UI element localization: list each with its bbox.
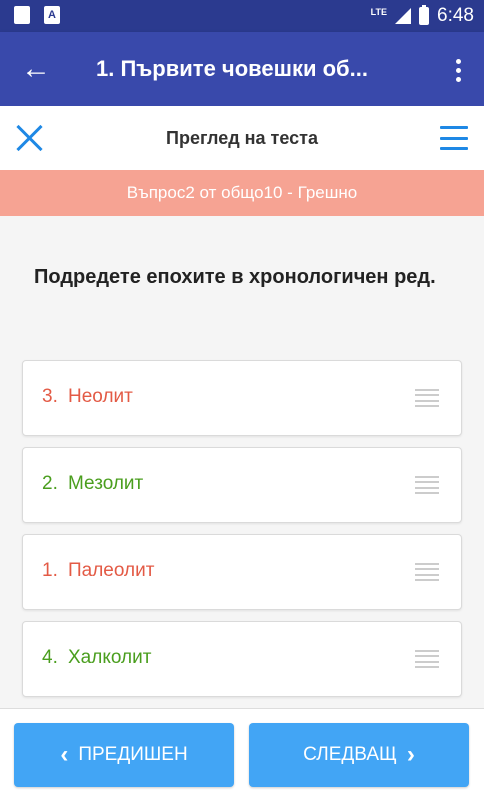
drag-handle-icon[interactable] [415, 563, 439, 581]
clock: 6:48 [437, 5, 474, 26]
next-label: СЛЕДВАЩ [303, 744, 397, 765]
overflow-menu-icon[interactable] [446, 54, 470, 86]
signal-icon [395, 8, 412, 24]
review-title: Преглед на теста [166, 128, 318, 148]
answer-number: 3. [42, 386, 58, 407]
answer-item[interactable]: 3. Неолит [22, 360, 462, 436]
chevron-right-icon: › [406, 741, 415, 768]
answer-item[interactable]: 4. Халколит [22, 621, 462, 697]
network-type: LTE [370, 7, 388, 17]
status-bar: A LTE 6:48 [0, 0, 484, 32]
answer-item[interactable]: 2. Мезолит [22, 447, 462, 523]
result-banner: Въпрос2 от общо10 - Грешно [0, 170, 484, 216]
answer-number: 4. [42, 647, 58, 668]
next-button[interactable]: СЛЕДВАЩ › [249, 723, 469, 787]
previous-label: ПРЕДИШЕН [78, 744, 188, 765]
answer-label: Мезолит [68, 473, 144, 494]
answer-label: Халколит [68, 647, 152, 668]
answer-item[interactable]: 1. Палеолит [22, 534, 462, 610]
drag-handle-icon[interactable] [415, 389, 439, 407]
drag-handle-icon[interactable] [415, 650, 439, 668]
battery-charging-icon [419, 5, 430, 25]
answer-number: 2. [42, 473, 58, 494]
sd-card-icon [14, 6, 30, 24]
question-text: Подредете епохите в хронологичен ред. [34, 266, 436, 288]
hamburger-menu-icon[interactable] [440, 126, 468, 150]
app-bar: ← 1. Първите човешки об... [0, 32, 484, 106]
navigation-footer: ‹ ПРЕДИШЕН СЛЕДВАЩ › [0, 708, 484, 801]
back-arrow-icon[interactable]: ← [18, 52, 54, 88]
drag-handle-icon[interactable] [415, 476, 439, 494]
chevron-left-icon: ‹ [60, 741, 69, 768]
review-header: Преглед на теста [0, 106, 484, 170]
answer-number: 1. [42, 560, 58, 581]
answer-label: Неолит [68, 386, 133, 407]
previous-button[interactable]: ‹ ПРЕДИШЕН [14, 723, 234, 787]
a-icon: A [44, 6, 60, 24]
answer-label: Палеолит [68, 560, 155, 581]
page-title: 1. Първите човешки об... [96, 56, 368, 81]
